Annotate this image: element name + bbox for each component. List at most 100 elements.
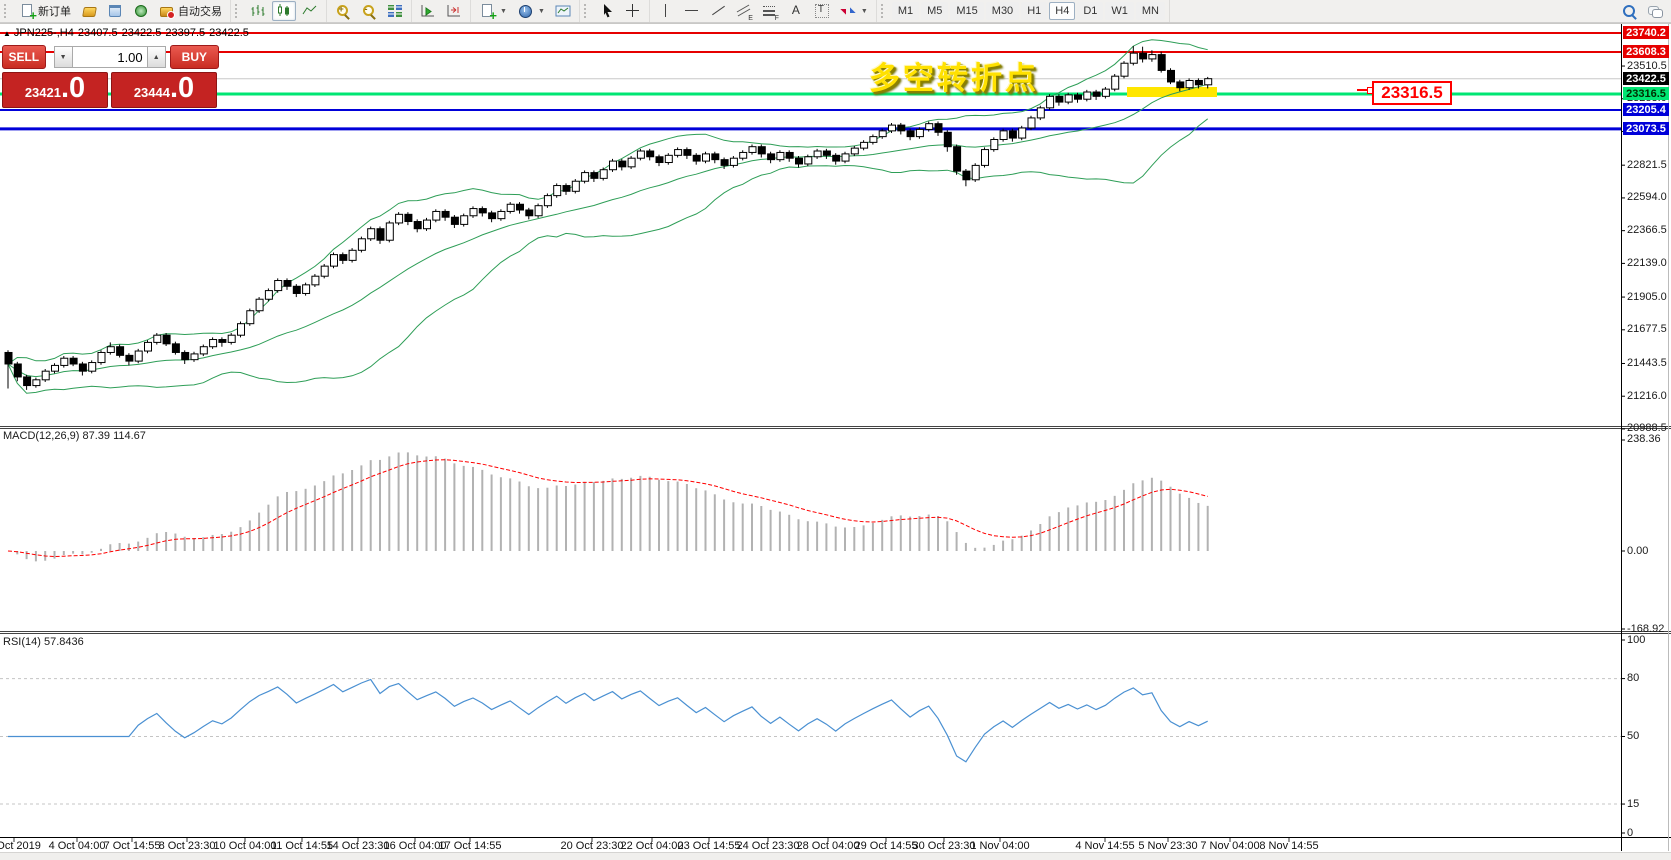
sell-price-main: 23421 bbox=[25, 77, 61, 100]
auto-scroll-icon bbox=[420, 3, 436, 19]
fibonacci-tool-button[interactable] bbox=[758, 1, 782, 21]
timeframe-m15-button[interactable]: M15 bbox=[950, 2, 983, 20]
time-axis-label: 3 Oct 2019 bbox=[0, 840, 41, 852]
buy-button[interactable]: BUY bbox=[170, 45, 219, 69]
sell-button[interactable]: SELL bbox=[2, 45, 46, 69]
data-window-button[interactable] bbox=[103, 1, 127, 21]
autotrading-icon bbox=[159, 3, 175, 19]
buy-price-button[interactable]: 23444.0 bbox=[111, 72, 217, 108]
data-window-icon bbox=[107, 3, 123, 19]
time-axis-label: 29 Oct 14:55 bbox=[855, 840, 918, 852]
new-order-icon bbox=[19, 3, 35, 19]
periods-button[interactable]: ▼ bbox=[513, 1, 549, 21]
dropdown-caret-icon[interactable]: ▼ bbox=[538, 8, 545, 15]
toolbar-group-scroll bbox=[412, 0, 471, 22]
clock-icon bbox=[517, 3, 533, 19]
search-button[interactable] bbox=[1617, 1, 1641, 21]
macd-axis-label: 0.00 bbox=[1627, 545, 1648, 557]
search-icon bbox=[1621, 3, 1637, 19]
equidistant-channel-icon bbox=[736, 3, 752, 19]
time-axis-label: 30 Oct 23:30 bbox=[913, 840, 976, 852]
vertical-line-tool-button[interactable] bbox=[654, 1, 678, 21]
trendline-tool-button[interactable] bbox=[706, 1, 730, 21]
buy-price-pips: .0 bbox=[170, 73, 194, 103]
timeframe-h4-button[interactable]: H4 bbox=[1049, 2, 1075, 20]
price-tick-label: 22821.5 bbox=[1627, 159, 1667, 171]
channel-tool-button[interactable] bbox=[732, 1, 756, 21]
crosshair-button[interactable] bbox=[621, 1, 645, 21]
chat-button[interactable] bbox=[1643, 1, 1667, 21]
time-axis-label: 22 Oct 04:00 bbox=[621, 840, 684, 852]
timeframe-m30-button[interactable]: M30 bbox=[986, 2, 1019, 20]
rsi-indicator-label: RSI(14) 57.8436 bbox=[3, 636, 84, 648]
time-axis-label: 4 Oct 04:00 bbox=[49, 840, 106, 852]
zoom-out-icon: - bbox=[361, 3, 377, 19]
bar-chart-icon bbox=[250, 3, 266, 19]
navigator-button[interactable] bbox=[129, 1, 153, 21]
sell-price-button[interactable]: 23421.0 bbox=[2, 72, 108, 108]
chat-icon bbox=[1647, 3, 1663, 19]
text-tool-button[interactable] bbox=[784, 1, 808, 21]
buy-price-main: 23444 bbox=[134, 77, 170, 100]
autotrading-button[interactable]: 自动交易 bbox=[155, 1, 226, 21]
timeframe-d1-button[interactable]: D1 bbox=[1077, 2, 1103, 20]
tile-windows-button[interactable] bbox=[383, 1, 407, 21]
rsi-axis-label: 0 bbox=[1627, 827, 1633, 839]
low-value: 23397.5 bbox=[165, 27, 205, 39]
high-value: 23422.5 bbox=[122, 27, 162, 39]
fibonacci-icon bbox=[762, 3, 778, 19]
rsi-axis-label: 15 bbox=[1627, 798, 1639, 810]
dropdown-caret-icon[interactable]: ▼ bbox=[500, 8, 507, 15]
price-callout-label[interactable]: 23316.5 bbox=[1372, 81, 1452, 105]
cursor-button[interactable] bbox=[595, 1, 619, 21]
text-label-tool-button[interactable] bbox=[810, 1, 834, 21]
toolbar-drag-handle[interactable] bbox=[881, 4, 887, 18]
cursor-icon bbox=[599, 3, 615, 19]
one-click-trading-panel: SELL ▼ ▲ BUY 23421.0 23444.0 bbox=[2, 45, 219, 108]
toolbar: 新订单 自动交易 + - ▼ ▼ bbox=[0, 0, 1671, 23]
rsi-axis-label: 100 bbox=[1627, 634, 1645, 646]
timeframe-h1-button[interactable]: H1 bbox=[1021, 2, 1047, 20]
timeframe-m1-button[interactable]: M1 bbox=[892, 2, 919, 20]
dropdown-caret-icon[interactable]: ▼ bbox=[861, 8, 868, 15]
toolbar-drag-handle[interactable] bbox=[584, 4, 590, 18]
open-value: 23407.5 bbox=[78, 27, 118, 39]
volume-increase-button[interactable]: ▲ bbox=[147, 46, 166, 68]
toolbar-drag-handle[interactable] bbox=[235, 4, 241, 18]
toolbar-group-chart-type bbox=[231, 0, 327, 22]
chart-shift-button[interactable] bbox=[442, 1, 466, 21]
chart-canvas[interactable] bbox=[0, 0, 1671, 859]
sell-price-pips: .0 bbox=[61, 73, 85, 103]
timeframe-mn-button[interactable]: MN bbox=[1136, 2, 1165, 20]
new-order-button[interactable]: 新订单 bbox=[15, 1, 75, 21]
time-axis-label: 4 Nov 14:55 bbox=[1075, 840, 1134, 852]
timeframe-m5-button[interactable]: M5 bbox=[921, 2, 948, 20]
bar-chart-button[interactable] bbox=[246, 1, 270, 21]
volume-decrease-button[interactable]: ▼ bbox=[54, 46, 73, 68]
time-axis-label: 7 Oct 14:55 bbox=[104, 840, 161, 852]
horizontal-line-tool-button[interactable] bbox=[680, 1, 704, 21]
window-collapse-icon[interactable]: ▲ bbox=[3, 29, 11, 38]
candlestick-chart-button[interactable] bbox=[272, 1, 296, 21]
price-level-badge: 23740.2 bbox=[1623, 26, 1669, 39]
toolbar-drag-handle[interactable] bbox=[4, 4, 10, 18]
arrows-icon bbox=[840, 3, 856, 19]
line-chart-button[interactable] bbox=[298, 1, 322, 21]
market-watch-button[interactable] bbox=[77, 1, 101, 21]
annotation-text[interactable]: 多空转折点 bbox=[869, 53, 1039, 98]
auto-scroll-button[interactable] bbox=[416, 1, 440, 21]
price-level-badge: 23205.4 bbox=[1623, 103, 1669, 116]
arrows-tool-button[interactable]: ▼ bbox=[836, 1, 872, 21]
zoom-in-button[interactable]: + bbox=[331, 1, 355, 21]
rsi-axis-label: 80 bbox=[1627, 672, 1639, 684]
volume-input[interactable] bbox=[73, 46, 147, 68]
toolbar-group-objects: ▼ bbox=[650, 0, 877, 22]
price-tick-label: 21905.0 bbox=[1627, 291, 1667, 303]
price-tick-label: 21677.5 bbox=[1627, 323, 1667, 335]
timeframe-w1-button[interactable]: W1 bbox=[1105, 2, 1134, 20]
time-axis-label: 8 Nov 14:55 bbox=[1259, 840, 1318, 852]
templates-button[interactable] bbox=[551, 1, 575, 21]
indicators-button[interactable]: ▼ bbox=[475, 1, 511, 21]
macd-axis-label: 238.36 bbox=[1627, 433, 1661, 445]
zoom-out-button[interactable]: - bbox=[357, 1, 381, 21]
